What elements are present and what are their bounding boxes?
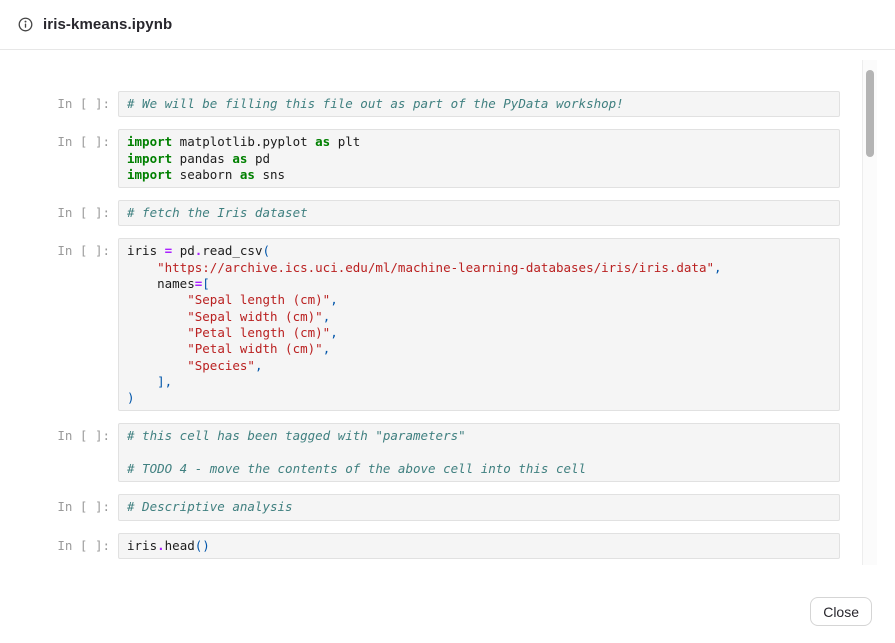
code-line: # Descriptive analysis [127,499,831,515]
code-cell: # fetch the Iris dataset [118,200,840,226]
code-cell: iris.head() [118,533,840,559]
code-cell: # We will be filling this file out as pa… [118,91,840,117]
notebook-preview: In [ ]: # We will be filling this file ou… [0,51,877,570]
code-line: ) [127,390,831,406]
notebook-cell: In [ ]: # fetch the Iris dataset [55,200,840,226]
cell-prompt: In [ ]: [55,494,118,515]
notebook-cell: In [ ]: # Descriptive analysis [55,494,840,520]
info-icon[interactable] [18,17,33,32]
notebook-cell: In [ ]: # We will be filling this file ou… [55,91,840,117]
cell-prompt: In [ ]: [55,533,118,554]
code-line: "Petal width (cm)", [127,341,831,357]
code-cell: # this cell has been tagged with "parame… [118,423,840,482]
code-line: iris = pd.read_csv( [127,243,831,259]
notebook-cell: In [ ]:iris = pd.read_csv( "https://arch… [55,238,840,411]
file-preview-modal: iris-kmeans.ipynb In [ ]: # We will be fi… [0,0,895,643]
code-line: ], [127,374,831,390]
close-button[interactable]: Close [810,597,872,626]
code-cell: import matplotlib.pyplot as pltimport pa… [118,129,840,188]
code-line: # this cell has been tagged with "parame… [127,428,831,444]
cell-prompt: In [ ]: [55,200,118,221]
code-line: import pandas as pd [127,151,831,167]
notebook-cell: In [ ]: iris.head() [55,533,840,559]
code-cell: iris = pd.read_csv( "https://archive.ics… [118,238,840,411]
code-line: import matplotlib.pyplot as plt [127,134,831,150]
code-line: "Sepal width (cm)", [127,309,831,325]
cell-prompt: In [ ]: [55,129,118,150]
cell-prompt: In [ ]: [55,238,118,259]
notebook-cell: In [ ]: # this cell has been tagged with … [55,423,840,482]
scrollbar-thumb[interactable] [866,70,874,157]
scrollbar-track[interactable] [862,60,877,565]
notebook-cell: In [ ]:import matplotlib.pyplot as pltim… [55,129,840,188]
code-line: # fetch the Iris dataset [127,205,831,221]
code-line: "Species", [127,358,831,374]
code-line: "Petal length (cm)", [127,325,831,341]
code-line: # TODO 4 - move the contents of the abov… [127,461,831,477]
notebook-cells: In [ ]: # We will be filling this file ou… [55,91,840,559]
code-line [127,445,831,461]
cell-prompt: In [ ]: [55,423,118,444]
code-line: iris.head() [127,538,831,554]
code-line: "https://archive.ics.uci.edu/ml/machine-… [127,260,831,276]
code-cell: # Descriptive analysis [118,494,840,520]
code-line: names=[ [127,276,831,292]
code-line: "Sepal length (cm)", [127,292,831,308]
code-line: # We will be filling this file out as pa… [127,96,831,112]
cell-prompt: In [ ]: [55,91,118,112]
page-title: iris-kmeans.ipynb [43,16,172,33]
code-line: import seaborn as sns [127,167,831,183]
modal-header: iris-kmeans.ipynb [0,0,895,50]
